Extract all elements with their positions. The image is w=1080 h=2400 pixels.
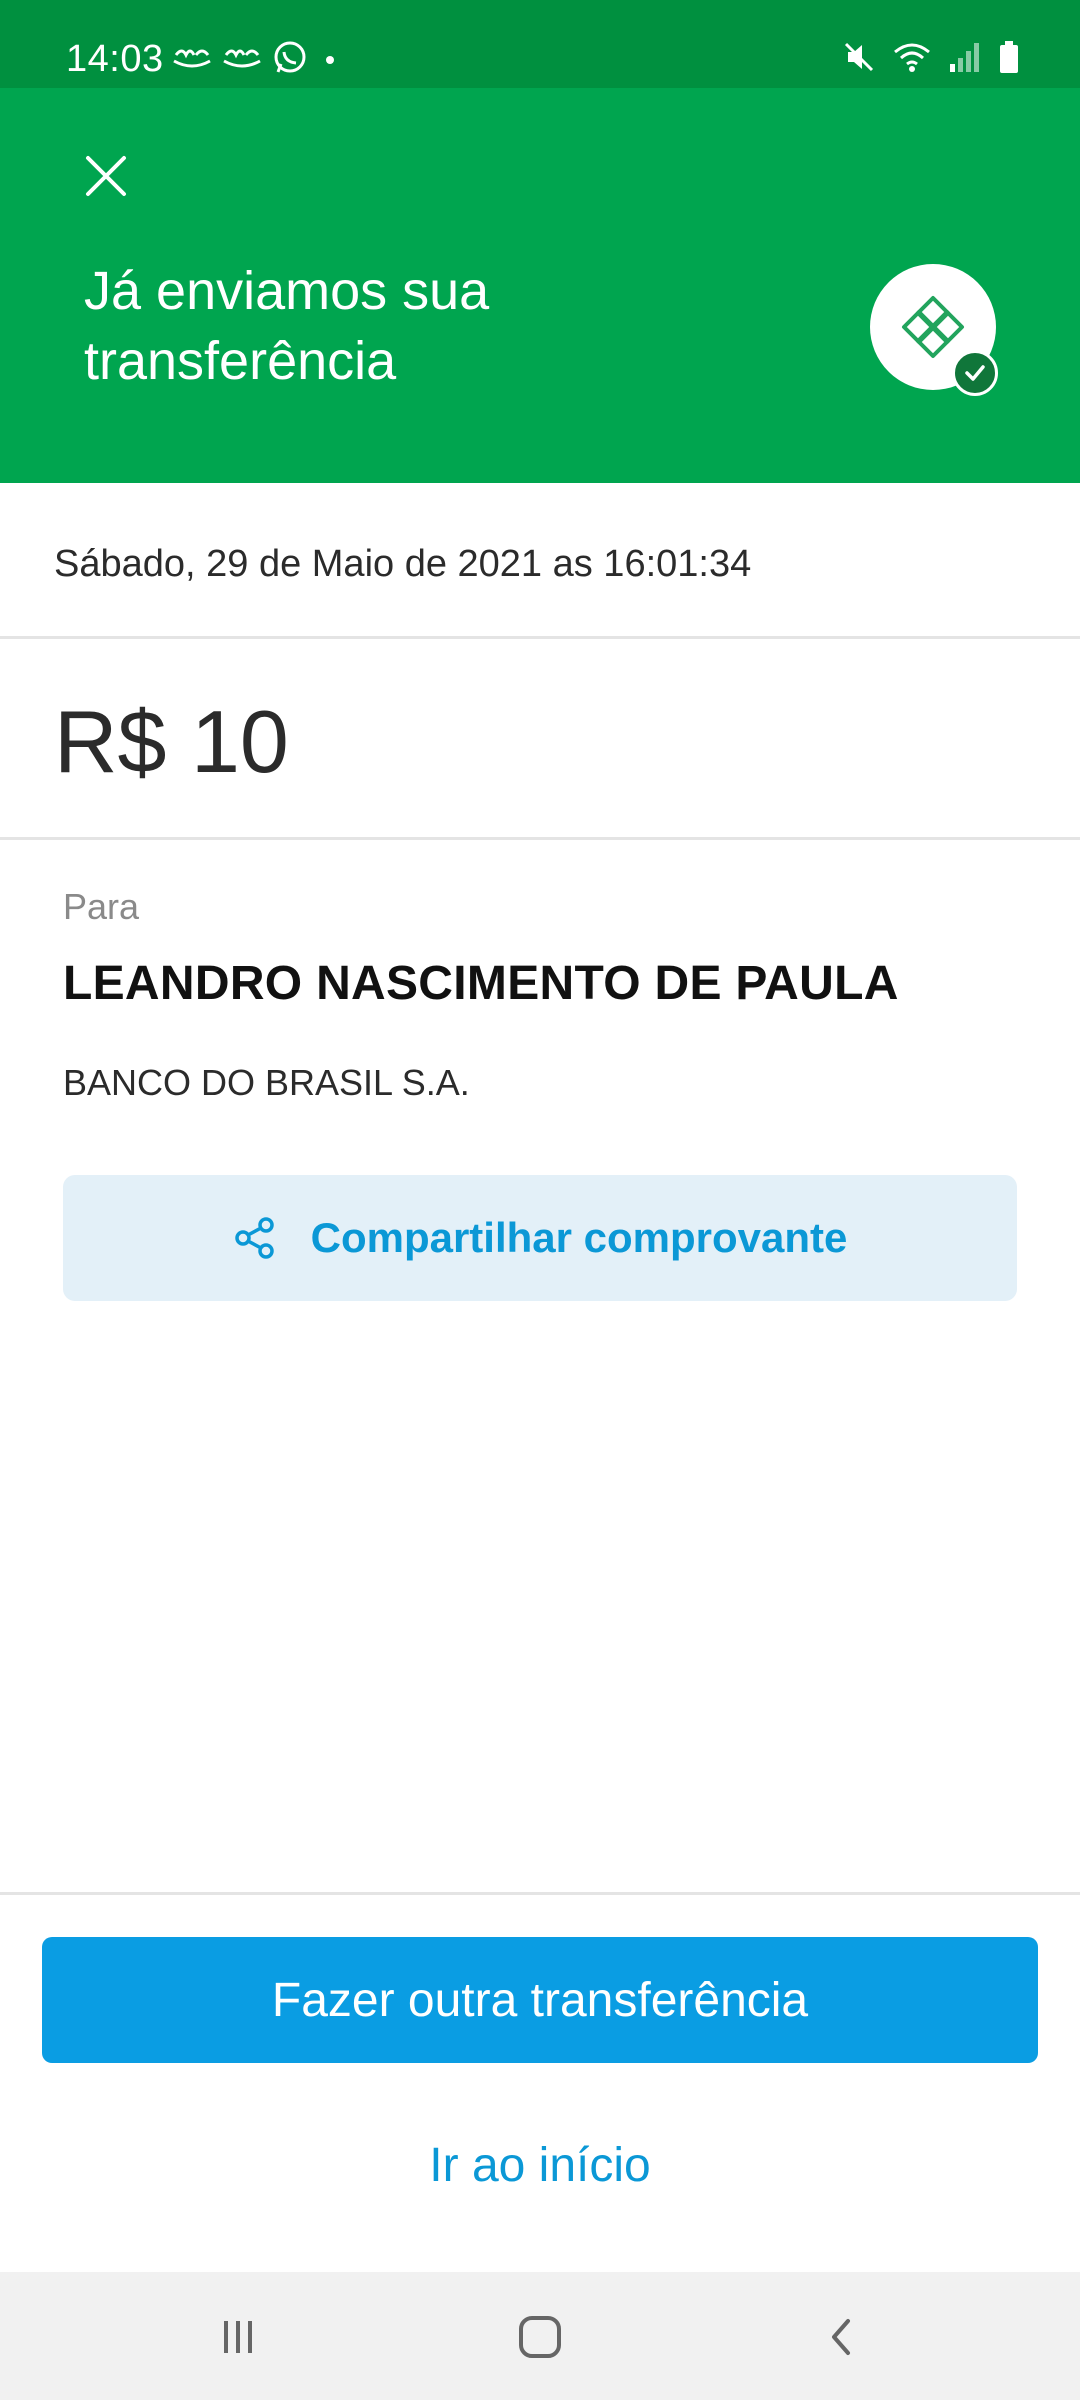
battery-icon <box>1000 41 1018 73</box>
system-nav-bar <box>0 2272 1080 2400</box>
home-icon <box>519 2316 561 2358</box>
check-icon <box>965 365 985 381</box>
transfer-date: Sábado, 29 de Maio de 2021 as 16:01:34 <box>54 543 752 585</box>
dot-icon <box>326 56 334 64</box>
recent-apps-icon <box>224 2321 252 2353</box>
close-button[interactable] <box>78 148 134 204</box>
new-transfer-button[interactable]: Fazer outra transferência <box>42 1937 1038 2063</box>
transfer-amount: R$ 10 <box>54 692 289 791</box>
page-title: Já enviamos sua transferência <box>84 261 490 391</box>
share-receipt-button[interactable]: Compartilhar comprovante <box>63 1175 1017 1301</box>
go-home-link[interactable]: Ir ao início <box>0 2130 1080 2200</box>
back-icon <box>832 2319 850 2355</box>
app-notification-icon <box>223 49 261 68</box>
status-system-icons <box>842 40 1020 74</box>
divider <box>0 1892 1080 1895</box>
status-time: 14:03 <box>66 38 164 80</box>
mute-icon <box>844 42 874 72</box>
date-row: Sábado, 29 de Maio de 2021 as 16:01:34 <box>0 483 1080 639</box>
signal-icon <box>950 43 979 72</box>
share-icon <box>234 1217 274 1259</box>
app-notification-icon <box>173 49 211 68</box>
amount-row: R$ 10 <box>0 639 1080 840</box>
pix-icon <box>902 296 964 358</box>
recipient-name: LEANDRO NASCIMENTO DE PAULA <box>63 957 899 1010</box>
close-icon <box>86 156 126 196</box>
recipient-bank: BANCO DO BRASIL S.A. <box>63 1062 470 1103</box>
back-button[interactable] <box>812 2312 872 2362</box>
share-receipt-label: Compartilhar comprovante <box>310 1214 848 1261</box>
success-check <box>952 350 998 396</box>
wifi-icon <box>894 43 930 72</box>
success-header: Já enviamos sua transferência <box>0 88 1080 483</box>
home-button[interactable] <box>510 2312 570 2362</box>
status-bar: 14:03 <box>0 0 1080 88</box>
status-notification-icons <box>172 40 342 76</box>
whatsapp-icon <box>274 41 306 73</box>
recent-apps-button[interactable] <box>208 2312 268 2362</box>
recipient-label: Para <box>63 886 140 927</box>
